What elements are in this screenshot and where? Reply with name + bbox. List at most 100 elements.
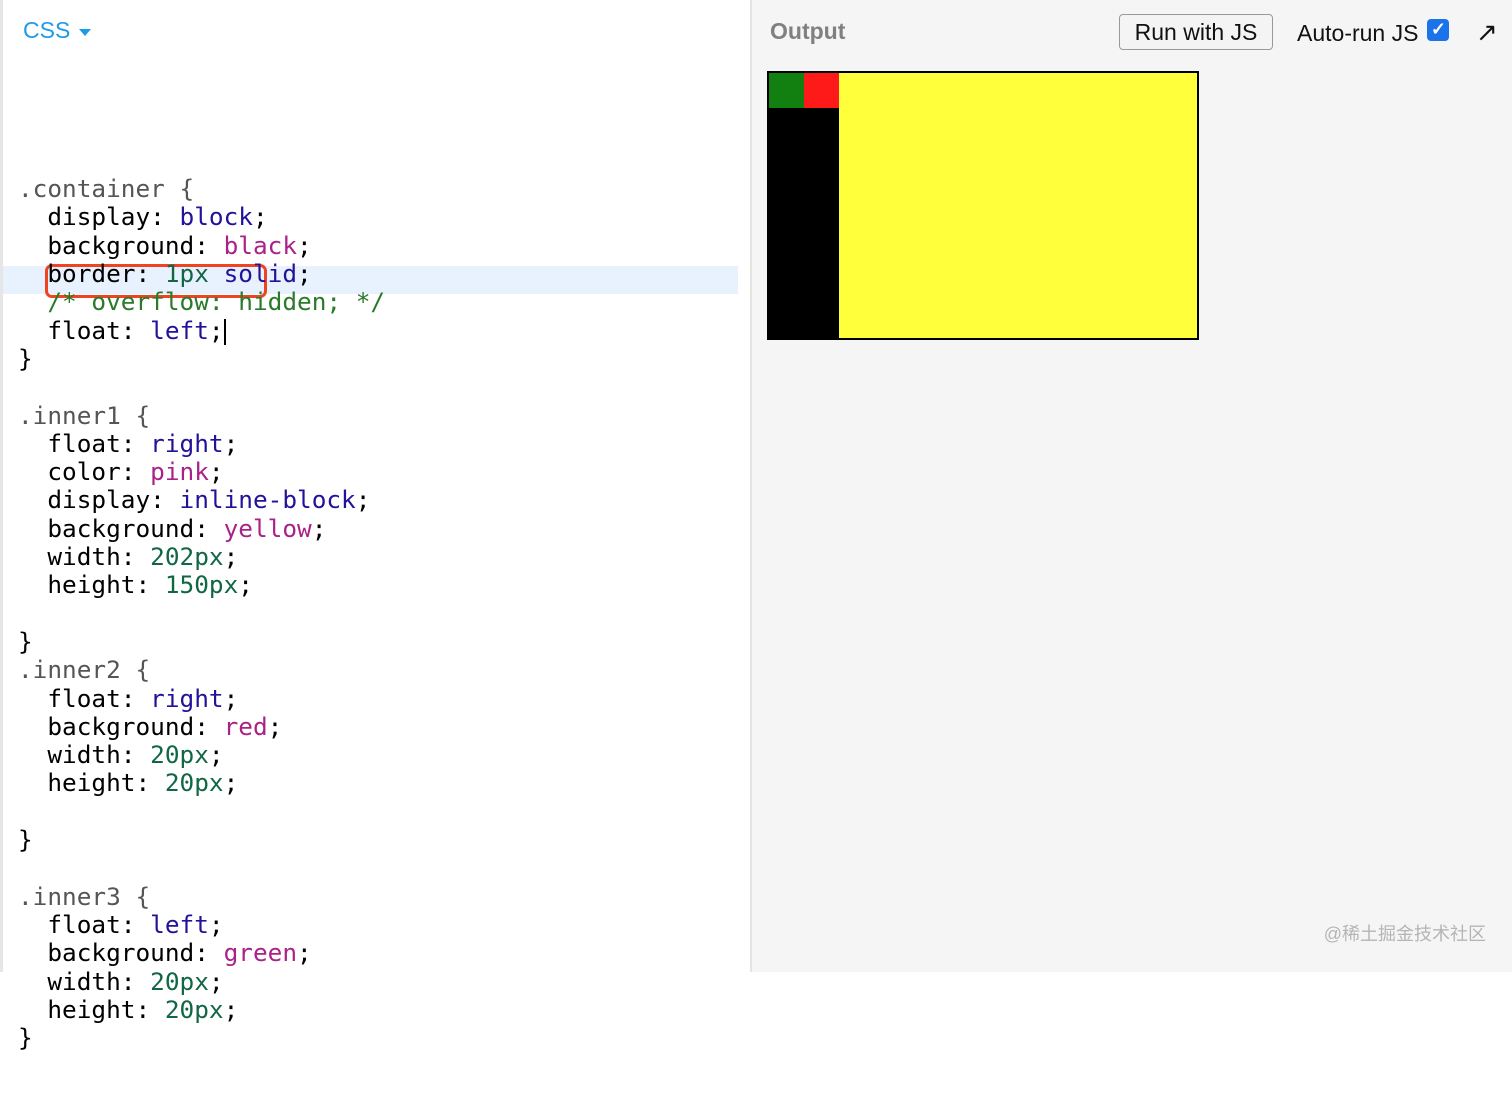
code-token: height: [18, 768, 165, 798]
code-token: left [150, 315, 209, 345]
auto-run-label: Auto-run JS [1297, 20, 1419, 46]
code-token: float: [18, 315, 151, 345]
code-token: background: [18, 230, 224, 260]
code-line[interactable]: float: right; [18, 683, 385, 713]
code-line[interactable]: } [18, 825, 385, 855]
output-title: Output [770, 18, 846, 44]
code-token: color: [18, 457, 151, 487]
code-token: 20px [150, 740, 209, 770]
code-token: width: [18, 542, 151, 572]
code-token: red [223, 711, 268, 741]
code-token: float: [18, 683, 151, 713]
code-line[interactable] [18, 373, 385, 401]
code-token: ; [208, 909, 224, 939]
code-token: block [179, 202, 253, 232]
code-token: inline-block [179, 485, 356, 515]
code-line[interactable] [18, 854, 385, 882]
code-line[interactable]: background: green; [18, 939, 385, 967]
watermark: @稀土掘金技术社区 [1323, 924, 1486, 944]
auto-run-toggle[interactable]: Auto-run JS ✓ [1297, 18, 1450, 47]
code-line[interactable]: height: 20px; [18, 769, 385, 797]
code-token: 20px [164, 994, 224, 1024]
code-line[interactable]: .inner3 { [18, 881, 385, 911]
code-line[interactable]: float: right; [18, 428, 385, 458]
code-token: .inner3 { [18, 881, 151, 911]
code-line[interactable]: display: block; [18, 203, 385, 231]
code-token: } [18, 825, 33, 855]
code-token: .inner2 { [18, 655, 151, 685]
code-line[interactable]: display: inline-block; [18, 486, 385, 514]
code-token: float: [18, 909, 151, 939]
code-token: } [18, 1023, 33, 1053]
code-line[interactable]: .inner2 { [18, 656, 385, 684]
code-token: height: [18, 994, 165, 1024]
code-token: .container { [18, 174, 195, 204]
code-token: ; [223, 428, 239, 458]
code-token: width: [18, 966, 151, 996]
code-token: display: [18, 202, 180, 232]
code-token: ; [355, 485, 371, 515]
code-line[interactable]: background: yellow; [18, 513, 385, 543]
code-line[interactable]: float: left; [18, 315, 385, 345]
code-line[interactable]: height: 150px; [18, 571, 385, 599]
code-line[interactable] [18, 798, 385, 826]
code-line[interactable]: border: 1px solid; [18, 259, 385, 289]
auto-run-checkbox[interactable]: ✓ [1427, 18, 1450, 41]
code-token: width: [18, 740, 151, 770]
code-token: .inner1 { [18, 400, 151, 430]
code-line[interactable]: color: pink; [18, 458, 385, 486]
code-line[interactable] [18, 600, 385, 628]
code-token: ; [223, 542, 239, 572]
language-label: CSS [23, 17, 71, 43]
code-area[interactable]: .container { display: block; background:… [3, 62, 738, 1109]
chevron-down-icon [79, 28, 92, 36]
code-line[interactable]: .inner1 { [18, 400, 385, 430]
code-token: 20px [164, 768, 224, 798]
code-token: ; [267, 711, 283, 741]
code-token: right [150, 683, 224, 713]
code-token: ; [297, 938, 312, 968]
code-token: ; [297, 230, 312, 260]
language-selector[interactable]: CSS [23, 17, 92, 44]
code-token: background: [18, 711, 224, 741]
css-editor-panel: CSS .container { display: block; backgro… [0, 0, 750, 1052]
render-container [767, 71, 1199, 340]
code-line[interactable]: height: 20px; [18, 994, 385, 1024]
code-line[interactable]: } [18, 627, 385, 656]
code-token: ; [208, 740, 224, 770]
code-token: } [18, 343, 33, 373]
inner1-yellow-box [839, 73, 1197, 338]
code-token: height: [18, 570, 165, 600]
code-token: ; [297, 259, 312, 289]
code-line[interactable]: float: left; [18, 909, 385, 939]
code-token: ; [208, 457, 224, 487]
code-token: 202px [150, 542, 224, 572]
code-token: ; [223, 683, 239, 713]
output-panel: Output Run with JS Auto-run JS ✓ ↗ @稀土掘金… [752, 0, 1512, 972]
open-in-new-window-icon[interactable]: ↗ [1476, 17, 1498, 48]
code-token: background: [18, 938, 224, 968]
run-with-js-button[interactable]: Run with JS [1119, 14, 1273, 50]
code-token: ; [252, 202, 268, 232]
code-token: solid [223, 259, 298, 289]
code-token: black [223, 230, 298, 260]
code-line[interactable]: /* overflow: hidden; */ [18, 288, 385, 316]
checkmark-icon: ✓ [1430, 19, 1446, 39]
code-line[interactable]: } [18, 1023, 385, 1053]
code-line[interactable]: background: black; [18, 230, 385, 260]
code-token: ; [208, 315, 224, 345]
code-token: display: [18, 485, 180, 515]
code-line[interactable]: width: 202px; [18, 542, 385, 572]
code-token: float: [18, 428, 151, 458]
code-token: background: [18, 513, 224, 543]
code-line[interactable]: width: 20px; [18, 740, 385, 770]
code-line[interactable]: } [18, 343, 385, 373]
code-line[interactable]: .container { [18, 175, 385, 203]
code-line[interactable]: background: red; [18, 711, 385, 741]
code-token: ; [208, 966, 224, 996]
code-token: 20px [150, 966, 209, 996]
code-token: left [150, 909, 209, 939]
code-token: pink [150, 457, 209, 487]
code-token: ; [223, 994, 239, 1024]
